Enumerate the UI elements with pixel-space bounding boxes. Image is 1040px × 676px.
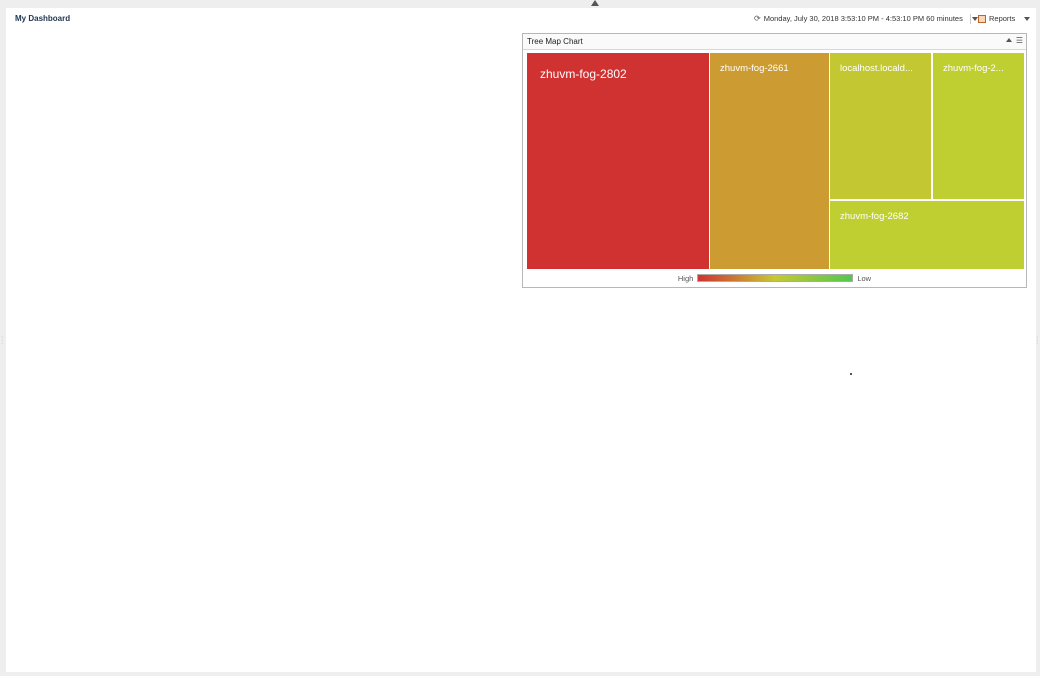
legend-low-label: Low bbox=[857, 273, 872, 283]
treemap-tile[interactable]: zhuvm-fog-2... bbox=[933, 53, 1024, 199]
reports-label: Reports bbox=[989, 14, 1016, 23]
treemap-tile[interactable]: zhuvm-fog-2661 bbox=[710, 53, 829, 269]
time-range-selector[interactable]: ⟳ Monday, July 30, 2018 3:53:10 PM - 4:5… bbox=[754, 14, 978, 23]
toolbar-divider bbox=[970, 14, 971, 24]
collapse-icon[interactable] bbox=[1006, 38, 1012, 42]
legend-gradient-bar bbox=[697, 274, 854, 282]
widget-title: Tree Map Chart bbox=[527, 37, 583, 46]
widget-header[interactable]: Tree Map Chart ☰ bbox=[523, 34, 1026, 50]
color-legend: High Low bbox=[523, 273, 1026, 283]
report-icon bbox=[978, 14, 986, 23]
treemap-tile-label: localhost.locald... bbox=[840, 63, 913, 74]
left-resize-handle[interactable]: · · · bbox=[1, 334, 3, 347]
treemap-chart: zhuvm-fog-2802 zhuvm-fog-2661 localhost.… bbox=[527, 53, 1024, 269]
time-range-label: Monday, July 30, 2018 3:53:10 PM - 4:53:… bbox=[763, 14, 963, 23]
page-title: My Dashboard bbox=[15, 14, 71, 23]
legend-high-label: High bbox=[677, 273, 694, 283]
treemap-tile[interactable]: zhuvm-fog-2802 bbox=[527, 53, 709, 269]
widget-menu-icon[interactable]: ☰ bbox=[1016, 36, 1023, 45]
treemap-tile-label: zhuvm-fog-2802 bbox=[540, 67, 627, 81]
treemap-tile[interactable]: localhost.locald... bbox=[830, 53, 931, 199]
clock-refresh-icon: ⟳ bbox=[754, 14, 761, 23]
chevron-down-icon[interactable] bbox=[1024, 16, 1031, 21]
collapse-top-arrow-icon[interactable] bbox=[591, 0, 599, 6]
treemap-tile-label: zhuvm-fog-2... bbox=[943, 63, 1004, 74]
stray-dot bbox=[850, 373, 852, 375]
chevron-down-icon[interactable] bbox=[971, 16, 978, 21]
reports-menu-button[interactable]: Reports bbox=[978, 14, 1031, 23]
tree-map-widget: Tree Map Chart ☰ zhuvm-fog-2802 zhuvm-fo… bbox=[522, 33, 1027, 288]
treemap-tile-label: zhuvm-fog-2682 bbox=[840, 211, 909, 222]
treemap-tile[interactable]: zhuvm-fog-2682 bbox=[830, 201, 1024, 269]
right-resize-handle[interactable]: · · · bbox=[1036, 334, 1038, 347]
treemap-tile-label: zhuvm-fog-2661 bbox=[720, 63, 789, 74]
